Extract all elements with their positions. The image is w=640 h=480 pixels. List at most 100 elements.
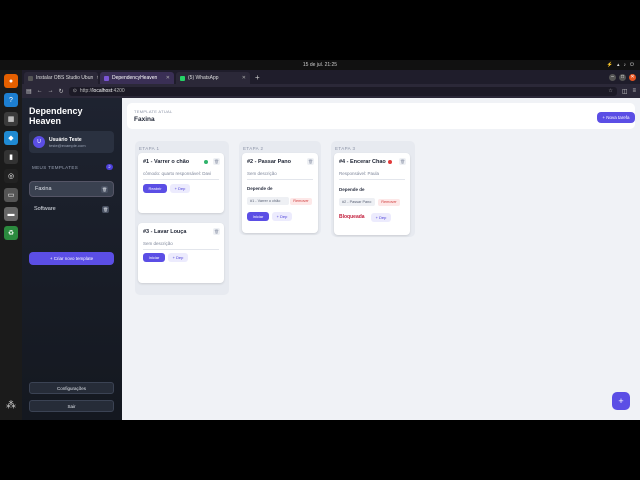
browser-tab-dependency-heaven[interactable]: DependencyHeaven ✕ — [100, 72, 174, 84]
task-description: Sem descrição — [143, 241, 173, 246]
obs-studio-icon[interactable]: ◎ — [4, 169, 18, 183]
pocket-icon[interactable]: ◫ — [622, 88, 628, 95]
close-icon[interactable]: ✕ — [166, 75, 170, 81]
add-dependency-button[interactable]: + Dep — [272, 212, 292, 221]
avatar: U — [33, 136, 45, 148]
close-window-icon[interactable]: ✕ — [629, 73, 636, 81]
tab-favicon — [104, 75, 109, 81]
dependency-chip: #2 - Passar Pano — [339, 198, 375, 206]
stage-title: ETAPA 2 — [243, 146, 264, 151]
disk-icon[interactable]: ▬ — [4, 207, 18, 221]
add-dependency-button[interactable]: + Dep — [371, 213, 391, 222]
menu-icon[interactable]: ≡ — [632, 88, 636, 94]
network-icon: ▴ — [617, 62, 620, 68]
blocked-status: Bloqueada — [339, 214, 365, 220]
minimize-icon[interactable]: – — [609, 73, 616, 81]
user-email: teste@example.com — [49, 142, 86, 148]
user-name: Usuário Teste — [49, 136, 82, 143]
terminal-icon[interactable]: ▮ — [4, 150, 18, 164]
dependency-chip: #1 - Varrer o chão — [247, 197, 289, 205]
trash-icon[interactable]: 🗑 — [399, 158, 406, 165]
vscode-icon[interactable]: ◆ — [4, 131, 18, 145]
bookmark-icon[interactable]: ☆ — [608, 88, 612, 94]
browser-tab-obs[interactable]: Instalar OBS Studio Ubun ✕ — [24, 72, 98, 84]
browser-navbar: ▤ ← → ↻ ⊙ http://localhost:4200 ☆ ◫ ≡ — [22, 84, 640, 98]
add-dependency-button[interactable]: + Dep — [168, 253, 188, 262]
url-bar[interactable]: ⊙ http://localhost:4200 ☆ — [68, 86, 617, 96]
divider — [247, 179, 313, 180]
files-icon[interactable]: ▭ — [4, 188, 18, 202]
status-dot — [388, 160, 392, 164]
maximize-icon[interactable]: □ — [619, 73, 626, 81]
sidebar-toggle-icon[interactable]: ▤ — [26, 88, 32, 95]
volume-icon: ♪ — [623, 62, 627, 68]
forward-icon[interactable]: → — [48, 88, 54, 94]
close-icon[interactable]: ✕ — [96, 75, 98, 81]
obs-icon[interactable]: ▦ — [4, 112, 18, 126]
url-host: localhost — [92, 88, 113, 94]
firefox-icon[interactable]: ● — [4, 74, 18, 88]
page-title: Faxina — [134, 116, 155, 123]
user-info: Usuário Teste teste@example.com — [49, 137, 86, 148]
task-card-2[interactable]: #2 - Passar Pano 🗑 Sem descrição Depende… — [242, 153, 318, 233]
task-card-1[interactable]: #1 - Varrer o chão 🗑 cômodo: quarto resp… — [138, 153, 224, 213]
tab-favicon — [180, 75, 185, 81]
add-dependency-button[interactable]: + Dep — [170, 184, 190, 193]
divider — [143, 249, 219, 250]
divider — [339, 179, 405, 180]
tab-label: (5) WhatsApp — [188, 75, 219, 81]
trash-icon[interactable]: 🗑 — [213, 158, 220, 165]
remove-dependency-button[interactable]: Remover — [290, 197, 312, 205]
sidebar-item-software[interactable]: Software 🗑 — [29, 201, 114, 217]
remove-dependency-button[interactable]: Remover — [378, 198, 400, 206]
reload-icon[interactable]: ↻ — [59, 88, 64, 95]
screen: 15 de jul. 21:25 ⚡ ▴ ♪ ⏻ ●? ▦ ◆ ▮ ◎ ▭ ▬ ♻ ⁂ Inst… — [0, 0, 640, 480]
add-task-fab[interactable]: + — [612, 392, 630, 410]
start-button[interactable]: Iniciar — [247, 212, 269, 221]
trash-icon[interactable]: 🗑 — [307, 158, 314, 165]
tab-favicon — [28, 75, 33, 81]
templates-section-title: MEUS TEMPLATES — [32, 165, 79, 170]
os-dock: ●? ▦ ◆ ▮ ◎ ▭ ▬ ♻ ⁂ — [0, 70, 22, 420]
settings-button[interactable]: Configurações — [29, 382, 114, 394]
tab-label: Instalar OBS Studio Ubun — [36, 75, 94, 81]
sidebar-item-faxina[interactable]: Faxina 🗑 — [29, 181, 114, 197]
task-title: #4 - Encerar Chao — [339, 159, 386, 165]
tab-label: DependencyHeaven — [112, 75, 158, 81]
trash-icon[interactable]: 🗑 — [101, 185, 108, 193]
help-icon[interactable]: ? — [4, 93, 18, 107]
os-tray[interactable]: ⚡ ▴ ♪ ⏻ — [607, 60, 634, 70]
task-card-4[interactable]: #4 - Encerar Chao 🗑 Responsável: Paula D… — [334, 153, 410, 235]
stage-column-1: ETAPA 1 #1 - Varrer o chão 🗑 cômodo: qua… — [135, 141, 229, 295]
back-icon[interactable]: ← — [37, 88, 43, 94]
create-template-button[interactable]: + Criar novo template — [29, 252, 114, 265]
os-clock[interactable]: 15 de jul. 21:25 — [303, 62, 337, 68]
new-task-button[interactable]: + Nova tarefa — [597, 112, 635, 123]
stage-title: ETAPA 1 — [139, 146, 160, 151]
reopen-button[interactable]: Reabrir — [143, 184, 167, 193]
power-icon: ⏻ — [630, 62, 634, 68]
divider — [143, 179, 219, 180]
depends-on-label: Depende de — [247, 186, 273, 191]
show-apps-icon[interactable]: ⁂ — [4, 400, 18, 414]
current-template-label: TEMPLATE ATUAL — [134, 109, 173, 114]
stage-column-2: ETAPA 2 #2 - Passar Pano 🗑 Sem descrição… — [239, 141, 321, 235]
lock-icon: ⊙ — [72, 88, 77, 94]
browser-window: Instalar OBS Studio Ubun ✕ DependencyHea… — [22, 70, 640, 420]
new-tab-button[interactable]: + — [252, 72, 263, 84]
task-title: #1 - Varrer o chão — [143, 159, 190, 165]
window-controls: – □ ✕ — [609, 70, 640, 84]
logout-button[interactable]: Sair — [29, 400, 114, 412]
close-icon[interactable]: ✕ — [242, 75, 246, 81]
task-description: Responsável: Paula — [339, 171, 380, 176]
start-button[interactable]: Iniciar — [143, 253, 165, 262]
user-card[interactable]: U Usuário Teste teste@example.com — [29, 131, 114, 153]
trash-icon[interactable]: 🗑 — [102, 205, 109, 213]
browser-tab-whatsapp[interactable]: (5) WhatsApp ✕ — [176, 72, 250, 84]
trash-icon[interactable]: 🗑 — [213, 228, 220, 235]
task-card-3[interactable]: #3 - Lavar Louça 🗑 Sem descrição Iniciar… — [138, 223, 224, 283]
templates-count-badge: 2 — [106, 164, 113, 170]
url-scheme: http:// — [79, 88, 93, 94]
trash-icon[interactable]: ♻ — [4, 226, 18, 240]
main-content: TEMPLATE ATUAL Faxina + Nova tarefa ETAP… — [122, 98, 640, 420]
